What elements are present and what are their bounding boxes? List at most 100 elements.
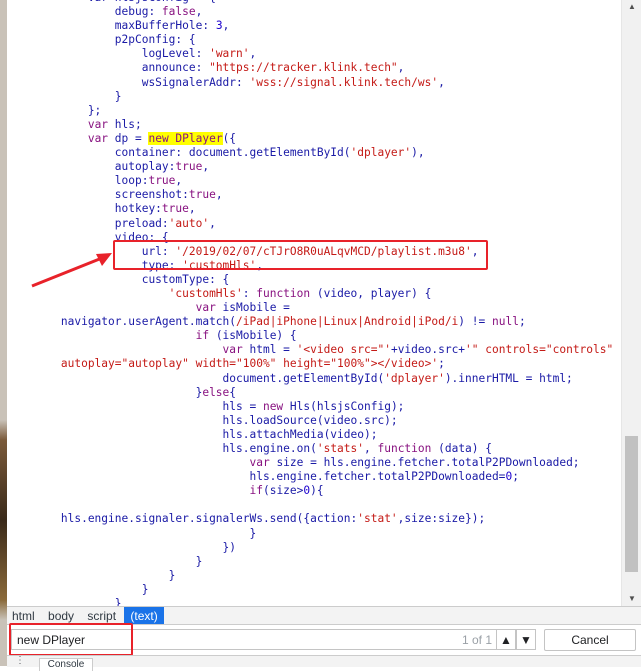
source-line: debug: false,	[7, 5, 621, 19]
source-code: var hlsjsConfig = { debug: false, maxBuf…	[7, 0, 621, 606]
source-token	[7, 118, 88, 131]
source-token: hls;	[108, 117, 142, 131]
annotation-arrow-icon	[31, 253, 112, 288]
source-line: if (isMobile) {	[7, 329, 621, 343]
source-token	[7, 343, 223, 356]
source-token: ,	[222, 19, 230, 33]
background-page-edge	[0, 0, 7, 666]
source-line: if(size>0){	[7, 484, 621, 498]
source-token: 'dplayer'	[350, 146, 412, 160]
source-line: navigator.userAgent.match(/iPad|iPhone|L…	[7, 315, 621, 329]
source-token: ({	[222, 131, 237, 145]
source-token: true	[175, 160, 203, 174]
source-token: hls.attachMedia(video);	[7, 427, 378, 441]
source-token: ,	[397, 61, 405, 75]
source-token: autoplay="autoplay" width="100%" height=…	[7, 357, 439, 371]
source-line: };	[7, 104, 621, 118]
find-previous-button[interactable]: ▲	[496, 629, 516, 650]
source-line: }	[7, 527, 621, 541]
source-token: ,	[188, 202, 196, 216]
source-line: }	[7, 597, 621, 606]
source-line: wsSignalerAddr: 'wss://signal.klink.tech…	[7, 76, 621, 90]
source-token: }	[7, 385, 203, 399]
source-token: true	[188, 188, 216, 202]
source-line: }else{	[7, 386, 621, 400]
source-line: hls.attachMedia(video);	[7, 428, 621, 442]
source-token: 'warn'	[209, 47, 250, 61]
source-line: }	[7, 90, 621, 104]
source-token: 'stat'	[357, 512, 398, 526]
source-line: maxBufferHole: 3,	[7, 19, 621, 33]
source-token: var	[222, 343, 243, 357]
url-annotation-box	[113, 240, 488, 270]
source-viewer[interactable]: var hlsjsConfig = { debug: false, maxBuf…	[7, 0, 621, 606]
source-token: 'auto'	[168, 216, 210, 230]
source-token: ;	[512, 470, 519, 484]
source-token: hls.engine.fetcher.totalP2PDownloaded=	[7, 470, 506, 484]
source-token	[7, 456, 249, 469]
source-token: hls.engine.on(	[7, 442, 317, 455]
source-line	[7, 498, 621, 512]
source-token: :	[242, 286, 257, 300]
source-token: null	[491, 315, 519, 329]
source-token: {	[229, 385, 237, 399]
source-token: }	[7, 597, 122, 606]
source-line: announce: "https://tracker.klink.tech",	[7, 61, 621, 75]
source-token: preload:	[7, 216, 169, 230]
source-token: 'wss://signal.klink.tech/ws'	[249, 75, 439, 89]
scroll-down-arrow-icon[interactable]: ▼	[622, 592, 641, 606]
source-token: else	[202, 385, 230, 399]
tab-console[interactable]: Console	[39, 658, 93, 671]
find-result-count: 1 of 1	[461, 633, 492, 647]
source-token: "https://tracker.klink.tech"	[209, 61, 398, 75]
source-token: var	[87, 117, 109, 131]
cancel-button[interactable]: Cancel	[544, 629, 636, 651]
source-token	[7, 484, 249, 497]
source-token: function	[256, 286, 311, 300]
source-token: container: document.getElementById(	[7, 146, 351, 160]
source-token: ,	[249, 47, 257, 61]
source-token: debug:	[7, 5, 162, 19]
source-token	[7, 301, 196, 314]
source-token: +video.src+	[390, 343, 466, 357]
source-line: }	[7, 555, 621, 569]
source-token: (isMobile) {	[209, 329, 297, 343]
source-token	[7, 329, 196, 342]
source-line: })	[7, 541, 621, 555]
source-token: ,size:size});	[397, 512, 486, 526]
source-line: var hls;	[7, 118, 621, 132]
source-token: Hls(hlsjsConfig);	[283, 399, 405, 413]
source-token	[7, 132, 88, 145]
source-token: 3	[215, 19, 223, 33]
source-token: }	[7, 526, 257, 540]
source-token: ,	[202, 160, 210, 174]
source-token: 'stats'	[316, 442, 364, 455]
source-token: hls.loadSource(video.src);	[7, 413, 398, 427]
source-token: ,	[209, 216, 216, 230]
source-line: autoplay="autoplay" width="100%" height=…	[7, 357, 621, 371]
vertical-scrollbar[interactable]: ▲ ▼	[621, 0, 641, 606]
source-token: })	[7, 540, 237, 554]
source-token: ,	[364, 442, 378, 455]
scroll-thumb[interactable]	[625, 436, 638, 572]
source-token: wsSignalerAddr:	[7, 75, 250, 89]
source-line: screenshot:true,	[7, 188, 621, 202]
source-line: }	[7, 583, 621, 597]
find-next-button[interactable]: ▼	[516, 629, 536, 650]
more-options-icon[interactable]: ⋮	[15, 656, 25, 666]
source-line: hls.engine.signaler.signalerWs.send({act…	[7, 512, 621, 526]
source-token: }	[7, 568, 176, 582]
source-token: (video, player) {	[310, 286, 432, 300]
source-token: hls.engine.signaler.signalerWs.send({act…	[7, 512, 358, 526]
source-line: var dp = new DPlayer({	[7, 131, 621, 146]
source-token: document.getElementById(	[7, 371, 385, 385]
source-token: if	[195, 329, 210, 343]
source-line: hls.loadSource(video.src);	[7, 414, 621, 428]
source-line: hls.engine.on('stats', function (data) {	[7, 442, 621, 456]
source-token: ) !=	[458, 315, 492, 329]
source-token: ,	[438, 75, 445, 89]
scroll-up-arrow-icon[interactable]: ▲	[622, 0, 641, 14]
source-token: html =	[242, 343, 297, 357]
source-line: autoplay:true,	[7, 160, 621, 174]
drawer-tab-strip: ⋮ Console	[7, 655, 641, 671]
